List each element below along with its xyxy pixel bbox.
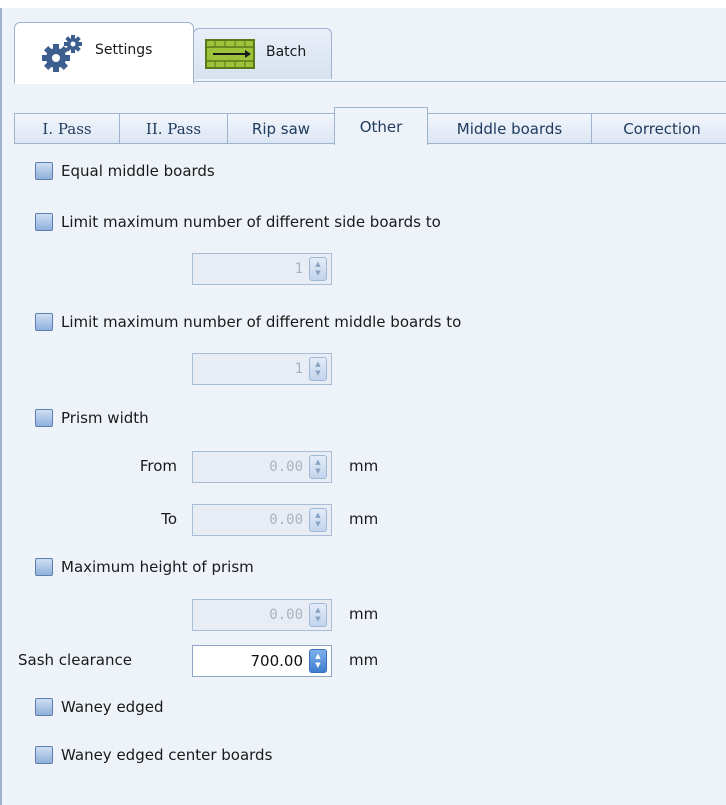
tab-i-pass-label: I. Pass [42,120,92,138]
max-height-prism-option[interactable]: Maximum height of prism [35,558,254,576]
tab-other[interactable]: Other [334,107,428,145]
waney-edged-checkbox[interactable] [35,698,53,716]
prism-width-label: Prism width [61,409,149,427]
waney-edged-center-option[interactable]: Waney edged center boards [35,746,272,764]
max-height-prism-stepper[interactable]: 0.00 ▲ ▼ [192,599,332,631]
batch-icon [205,39,255,69]
tab-batch-label: Batch [266,44,307,60]
spin-updown-icon[interactable]: ▲ ▼ [309,357,327,381]
tab-middle-boards[interactable]: Middle boards [427,113,592,144]
tab-rip-saw-label: Rip saw [251,120,311,138]
max-height-prism-value[interactable]: 0.00 [193,607,309,623]
equal-middle-boards-checkbox[interactable] [35,162,53,180]
prism-width-option[interactable]: Prism width [35,409,149,427]
limit-side-boards-label: Limit maximum number of different side b… [61,213,441,231]
limit-side-boards-stepper[interactable]: 1 ▲ ▼ [192,253,332,285]
prism-width-to-unit: mm [349,510,379,528]
max-height-prism-checkbox[interactable] [35,558,53,576]
prism-width-checkbox[interactable] [35,409,53,427]
limit-middle-boards-checkbox[interactable] [35,313,53,331]
limit-side-boards-value[interactable]: 1 [193,261,309,277]
limit-middle-boards-stepper[interactable]: 1 ▲ ▼ [192,353,332,385]
tab-rip-saw[interactable]: Rip saw [227,113,335,144]
sub-tab-strip: I. Pass II. Pass Rip saw Other Middle bo… [14,107,726,145]
waney-edged-label: Waney edged [61,698,164,716]
waney-edged-center-checkbox[interactable] [35,746,53,764]
spin-updown-icon[interactable]: ▲ ▼ [309,257,327,281]
max-height-prism-label: Maximum height of prism [61,558,254,576]
tab-middle-boards-label: Middle boards [456,120,563,138]
limit-middle-boards-label: Limit maximum number of different middle… [61,313,462,331]
sash-clearance-value[interactable]: 700.00 [193,652,309,670]
sash-clearance-unit: mm [349,651,379,669]
prism-width-to-label: To [161,510,177,528]
prism-width-from-stepper[interactable]: 0.00 ▲ ▼ [192,451,332,483]
waney-edged-option[interactable]: Waney edged [35,698,163,716]
prism-width-from-value[interactable]: 0.00 [193,459,309,475]
max-height-prism-unit: mm [349,605,379,623]
waney-edged-center-label: Waney edged center boards [61,746,273,764]
limit-side-boards-checkbox[interactable] [35,213,53,231]
sash-clearance-stepper[interactable]: 700.00 ▲ ▼ [192,645,332,677]
prism-width-to-stepper[interactable]: 0.00 ▲ ▼ [192,504,332,536]
tab-batch[interactable]: Batch [193,28,332,79]
tab-settings[interactable]: Settings [14,22,194,84]
spin-updown-icon[interactable]: ▲ ▼ [309,508,327,532]
settings-panel: Settings Batch I. Pass II. Pass Rip saw … [0,8,726,805]
tab-correction-label: Correction [623,120,701,138]
tab-ii-pass-label: II. Pass [145,120,202,138]
tab-settings-label: Settings [95,42,153,58]
tab-correction[interactable]: Correction [591,113,726,144]
limit-middle-boards-option[interactable]: Limit maximum number of different middle… [35,313,461,331]
equal-middle-boards-label: Equal middle boards [61,162,215,180]
spin-updown-icon[interactable]: ▲ ▼ [309,603,327,627]
spin-updown-icon[interactable]: ▲ ▼ [309,649,327,673]
prism-width-to-value[interactable]: 0.00 [193,512,309,528]
limit-middle-boards-value[interactable]: 1 [193,361,309,377]
tab-other-label: Other [359,117,403,136]
gear-icon [42,35,82,72]
tab-ii-pass[interactable]: II. Pass [119,113,228,144]
prism-width-from-unit: mm [349,457,379,475]
spin-updown-icon[interactable]: ▲ ▼ [309,455,327,479]
limit-side-boards-option[interactable]: Limit maximum number of different side b… [35,213,441,231]
tab-i-pass[interactable]: I. Pass [14,113,120,144]
equal-middle-boards-option[interactable]: Equal middle boards [35,162,215,180]
prism-width-from-label: From [139,457,177,475]
sash-clearance-label: Sash clearance [18,651,132,669]
